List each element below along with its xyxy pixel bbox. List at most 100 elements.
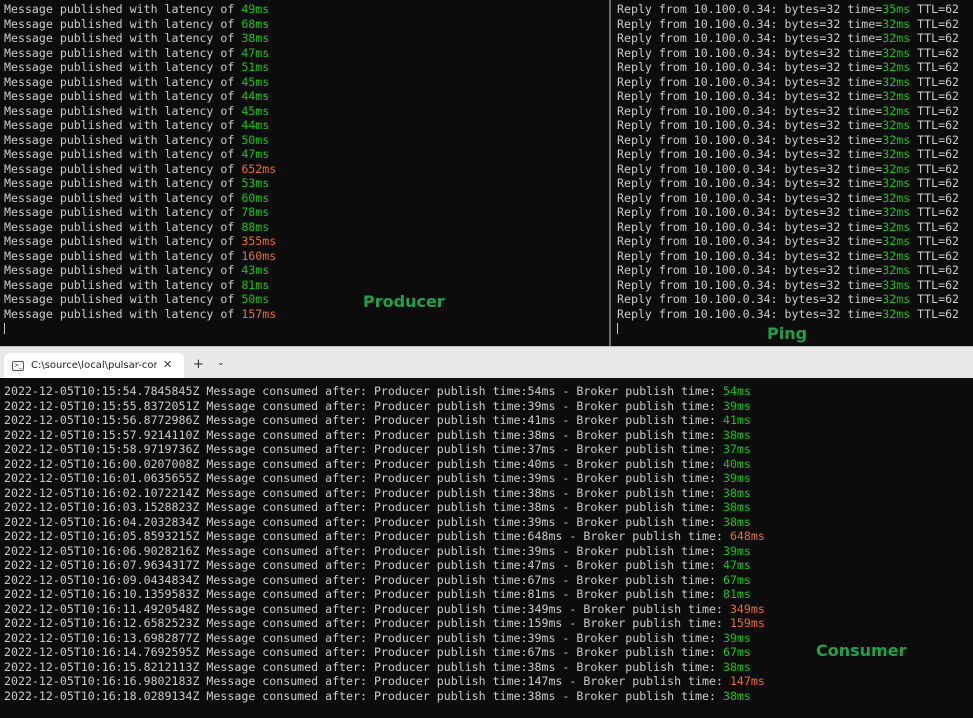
producer-line: Message published with latency of 50ms	[4, 133, 609, 148]
consumer-broker-text: - Broker publish time:	[555, 500, 723, 514]
producer-line: Message published with latency of 78ms	[4, 205, 609, 220]
ping-label: Ping	[767, 324, 808, 343]
consumer-line: 2022-12-05T10:16:01.0635655Z Message con…	[4, 471, 973, 486]
ping-line: Reply from 10.100.0.34: bytes=32 time=32…	[617, 205, 973, 220]
consumer-timestamp: 2022-12-05T10:16:03.1528823Z	[4, 500, 200, 514]
ping-line: Reply from 10.100.0.34: bytes=32 time=32…	[617, 17, 973, 32]
producer-publish-time: 40ms	[527, 456, 556, 471]
producer-line: Message published with latency of 44ms	[4, 89, 609, 104]
broker-publish-time: 39ms	[722, 630, 751, 645]
ping-time-value: 32ms	[882, 190, 911, 205]
broker-publish-time: 39ms	[722, 398, 751, 413]
producer-publish-time: 159ms	[527, 616, 563, 630]
consumer-broker-text: - Broker publish time:	[555, 659, 723, 674]
producer-latency-value: 88ms	[241, 219, 270, 234]
ping-time-value: 32ms	[882, 248, 911, 263]
ping-line-suffix: TTL=62	[910, 176, 960, 190]
ping-line: Reply from 10.100.0.34: bytes=32 time=32…	[617, 147, 973, 162]
consumer-timestamp: 2022-12-05T10:16:09.0434834Z	[4, 572, 200, 587]
producer-line: Message published with latency of 44ms	[4, 118, 609, 133]
consumer-timestamp: 2022-12-05T10:16:04.2032834Z	[4, 514, 200, 529]
consumer-line: 2022-12-05T10:16:07.9634317Z Message con…	[4, 558, 973, 573]
producer-line: Message published with latency of 68ms	[4, 17, 609, 32]
consumer-line: 2022-12-05T10:16:12.6582523Z Message con…	[4, 616, 973, 631]
ping-time-value: 32ms	[882, 176, 911, 190]
broker-publish-time: 40ms	[722, 456, 751, 471]
ping-time-value: 32ms	[882, 89, 911, 103]
ping-terminal-pane[interactable]: Reply from 10.100.0.34: bytes=32 time=35…	[611, 0, 973, 346]
broker-publish-time: 54ms	[722, 384, 751, 398]
producer-publish-time: 648ms	[527, 529, 563, 543]
ping-line: Reply from 10.100.0.34: bytes=32 time=32…	[617, 75, 973, 90]
close-icon[interactable]: ✕	[163, 358, 172, 371]
consumer-broker-text: - Broker publish time:	[562, 601, 730, 616]
producer-latency-value: 51ms	[241, 60, 270, 74]
producer-latency-value: 78ms	[241, 205, 270, 219]
producer-latency-value: 68ms	[241, 16, 270, 31]
producer-latency-value: 47ms	[241, 147, 270, 161]
broker-publish-time: 147ms	[729, 674, 765, 688]
consumer-timestamp: 2022-12-05T10:16:10.1359583Z	[4, 587, 200, 601]
ping-line-suffix: TTL=62	[910, 234, 960, 248]
producer-line: Message published with latency of 88ms	[4, 220, 609, 235]
tab-consumer[interactable]: >_ C:\source\local\pulsar-consur ✕	[4, 353, 184, 379]
ping-line-prefix: Reply from 10.100.0.34: bytes=32 time=	[617, 306, 883, 321]
producer-line: Message published with latency of 157ms	[4, 307, 609, 322]
chevron-down-icon[interactable]: ⌄	[217, 358, 225, 368]
producer-latency-value: 44ms	[241, 118, 270, 132]
consumer-line-middle: Message consumed after: Producer publish…	[199, 616, 528, 630]
producer-publish-time: 38ms	[527, 485, 556, 500]
producer-line-prefix: Message published with latency of	[4, 176, 242, 190]
producer-latency-value: 38ms	[241, 31, 270, 45]
consumer-line: 2022-12-05T10:16:09.0434834Z Message con…	[4, 573, 973, 588]
broker-publish-time: 38ms	[722, 500, 751, 514]
consumer-line-middle: Message consumed after: Producer publish…	[199, 427, 528, 442]
ping-line-prefix: Reply from 10.100.0.34: bytes=32 time=	[617, 118, 883, 132]
consumer-timestamp: 2022-12-05T10:15:58.9719736Z	[4, 442, 200, 456]
consumer-broker-text: - Broker publish time:	[555, 587, 723, 601]
broker-publish-time: 41ms	[722, 413, 751, 427]
consumer-timestamp: 2022-12-05T10:16:02.1072214Z	[4, 485, 200, 500]
ping-time-value: 32ms	[882, 292, 911, 306]
broker-publish-time: 648ms	[729, 529, 765, 543]
broker-publish-time: 38ms	[722, 485, 751, 500]
new-tab-button[interactable]: +	[193, 357, 204, 372]
consumer-timestamp: 2022-12-05T10:15:57.9214110Z	[4, 427, 200, 442]
ping-line-suffix: TTL=62	[910, 248, 960, 263]
producer-latency-value: 160ms	[241, 248, 277, 263]
consumer-terminal-pane[interactable]: 2022-12-05T10:15:54.7845845Z Message con…	[0, 378, 973, 718]
ping-line-prefix: Reply from 10.100.0.34: bytes=32 time=	[617, 234, 883, 248]
producer-publish-time: 37ms	[527, 442, 556, 456]
producer-latency-value: 355ms	[241, 234, 277, 248]
consumer-line: 2022-12-05T10:16:00.0207008Z Message con…	[4, 457, 973, 472]
ping-line: Reply from 10.100.0.34: bytes=32 time=35…	[617, 2, 973, 17]
consumer-line-middle: Message consumed after: Producer publish…	[199, 601, 528, 616]
ping-line-suffix: TTL=62	[910, 74, 960, 89]
consumer-line-middle: Message consumed after: Producer publish…	[199, 384, 528, 398]
producer-line: Message published with latency of 47ms	[4, 147, 609, 162]
consumer-line: 2022-12-05T10:16:15.8212113Z Message con…	[4, 660, 973, 675]
ping-line-prefix: Reply from 10.100.0.34: bytes=32 time=	[617, 60, 883, 74]
terminal-icon: >_	[12, 361, 24, 371]
producer-line-prefix: Message published with latency of	[4, 147, 242, 161]
producer-latency-value: 50ms	[241, 292, 270, 306]
ping-time-value: 32ms	[882, 161, 911, 176]
producer-line-prefix: Message published with latency of	[4, 248, 242, 263]
ping-line-prefix: Reply from 10.100.0.34: bytes=32 time=	[617, 132, 883, 147]
consumer-broker-text: - Broker publish time:	[555, 543, 723, 558]
consumer-broker-text: - Broker publish time:	[555, 485, 723, 500]
ping-line: Reply from 10.100.0.34: bytes=32 time=32…	[617, 46, 973, 61]
consumer-broker-text: - Broker publish time:	[555, 471, 723, 485]
producer-terminal-pane[interactable]: Message published with latency of 49ms Me…	[0, 0, 609, 346]
broker-publish-time: 38ms	[722, 514, 751, 529]
ping-time-value: 32ms	[882, 118, 911, 132]
broker-publish-time: 38ms	[722, 659, 751, 674]
broker-publish-time: 47ms	[722, 558, 751, 572]
consumer-timestamp: 2022-12-05T10:15:54.7845845Z	[4, 384, 200, 398]
ping-time-value: 32ms	[882, 219, 911, 234]
producer-line: Message published with latency of 45ms	[4, 75, 609, 90]
producer-line-prefix: Message published with latency of	[4, 60, 242, 74]
producer-publish-time: 39ms	[527, 630, 556, 645]
consumer-line-middle: Message consumed after: Producer publish…	[199, 587, 528, 601]
consumer-line: 2022-12-05T10:16:04.2032834Z Message con…	[4, 515, 973, 530]
